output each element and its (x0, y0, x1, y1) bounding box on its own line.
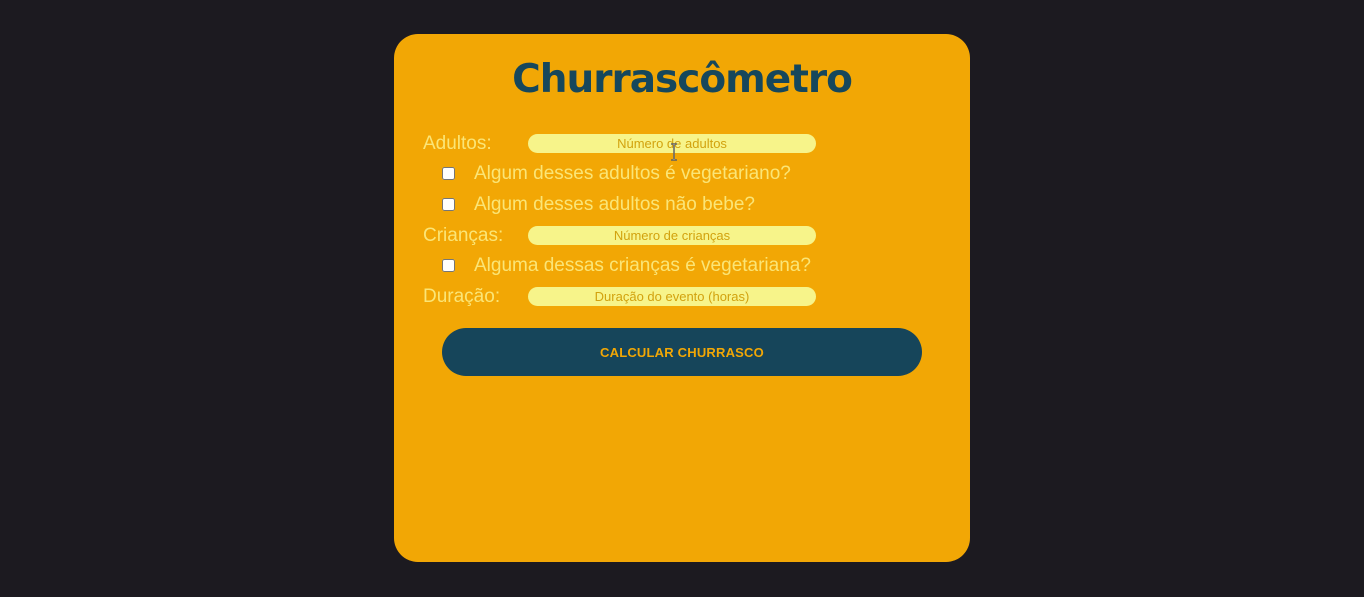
calculate-button[interactable]: CALCULAR CHURRASCO (442, 328, 922, 376)
children-input[interactable] (528, 226, 816, 245)
adults-row: Adultos: (394, 132, 970, 156)
children-row: Crianças: (394, 224, 970, 248)
adults-no-drink-label: Algum desses adultos não bebe? (474, 194, 755, 215)
page-title: Churrascômetro (512, 57, 853, 102)
children-vegetarian-label: Alguma dessas crianças é vegetariana? (474, 255, 811, 276)
calculator-card: Churrascômetro Adultos: Algum desses adu… (394, 34, 970, 562)
children-vegetarian-row: Alguma dessas crianças é vegetariana? (394, 254, 970, 278)
text-cursor-icon (671, 143, 677, 161)
adults-no-drink-checkbox[interactable] (442, 198, 455, 211)
duration-label: Duração: (423, 286, 501, 307)
children-label: Crianças: (423, 225, 504, 246)
duration-input[interactable] (528, 287, 816, 306)
adults-vegetarian-label: Algum desses adultos é vegetariano? (474, 163, 791, 184)
adults-vegetarian-row: Algum desses adultos é vegetariano? (394, 162, 970, 186)
adults-vegetarian-checkbox[interactable] (442, 167, 455, 180)
adults-label: Adultos: (423, 133, 492, 154)
children-vegetarian-checkbox[interactable] (442, 259, 455, 272)
adults-no-drink-row: Algum desses adultos não bebe? (394, 193, 970, 217)
duration-row: Duração: (394, 285, 970, 309)
